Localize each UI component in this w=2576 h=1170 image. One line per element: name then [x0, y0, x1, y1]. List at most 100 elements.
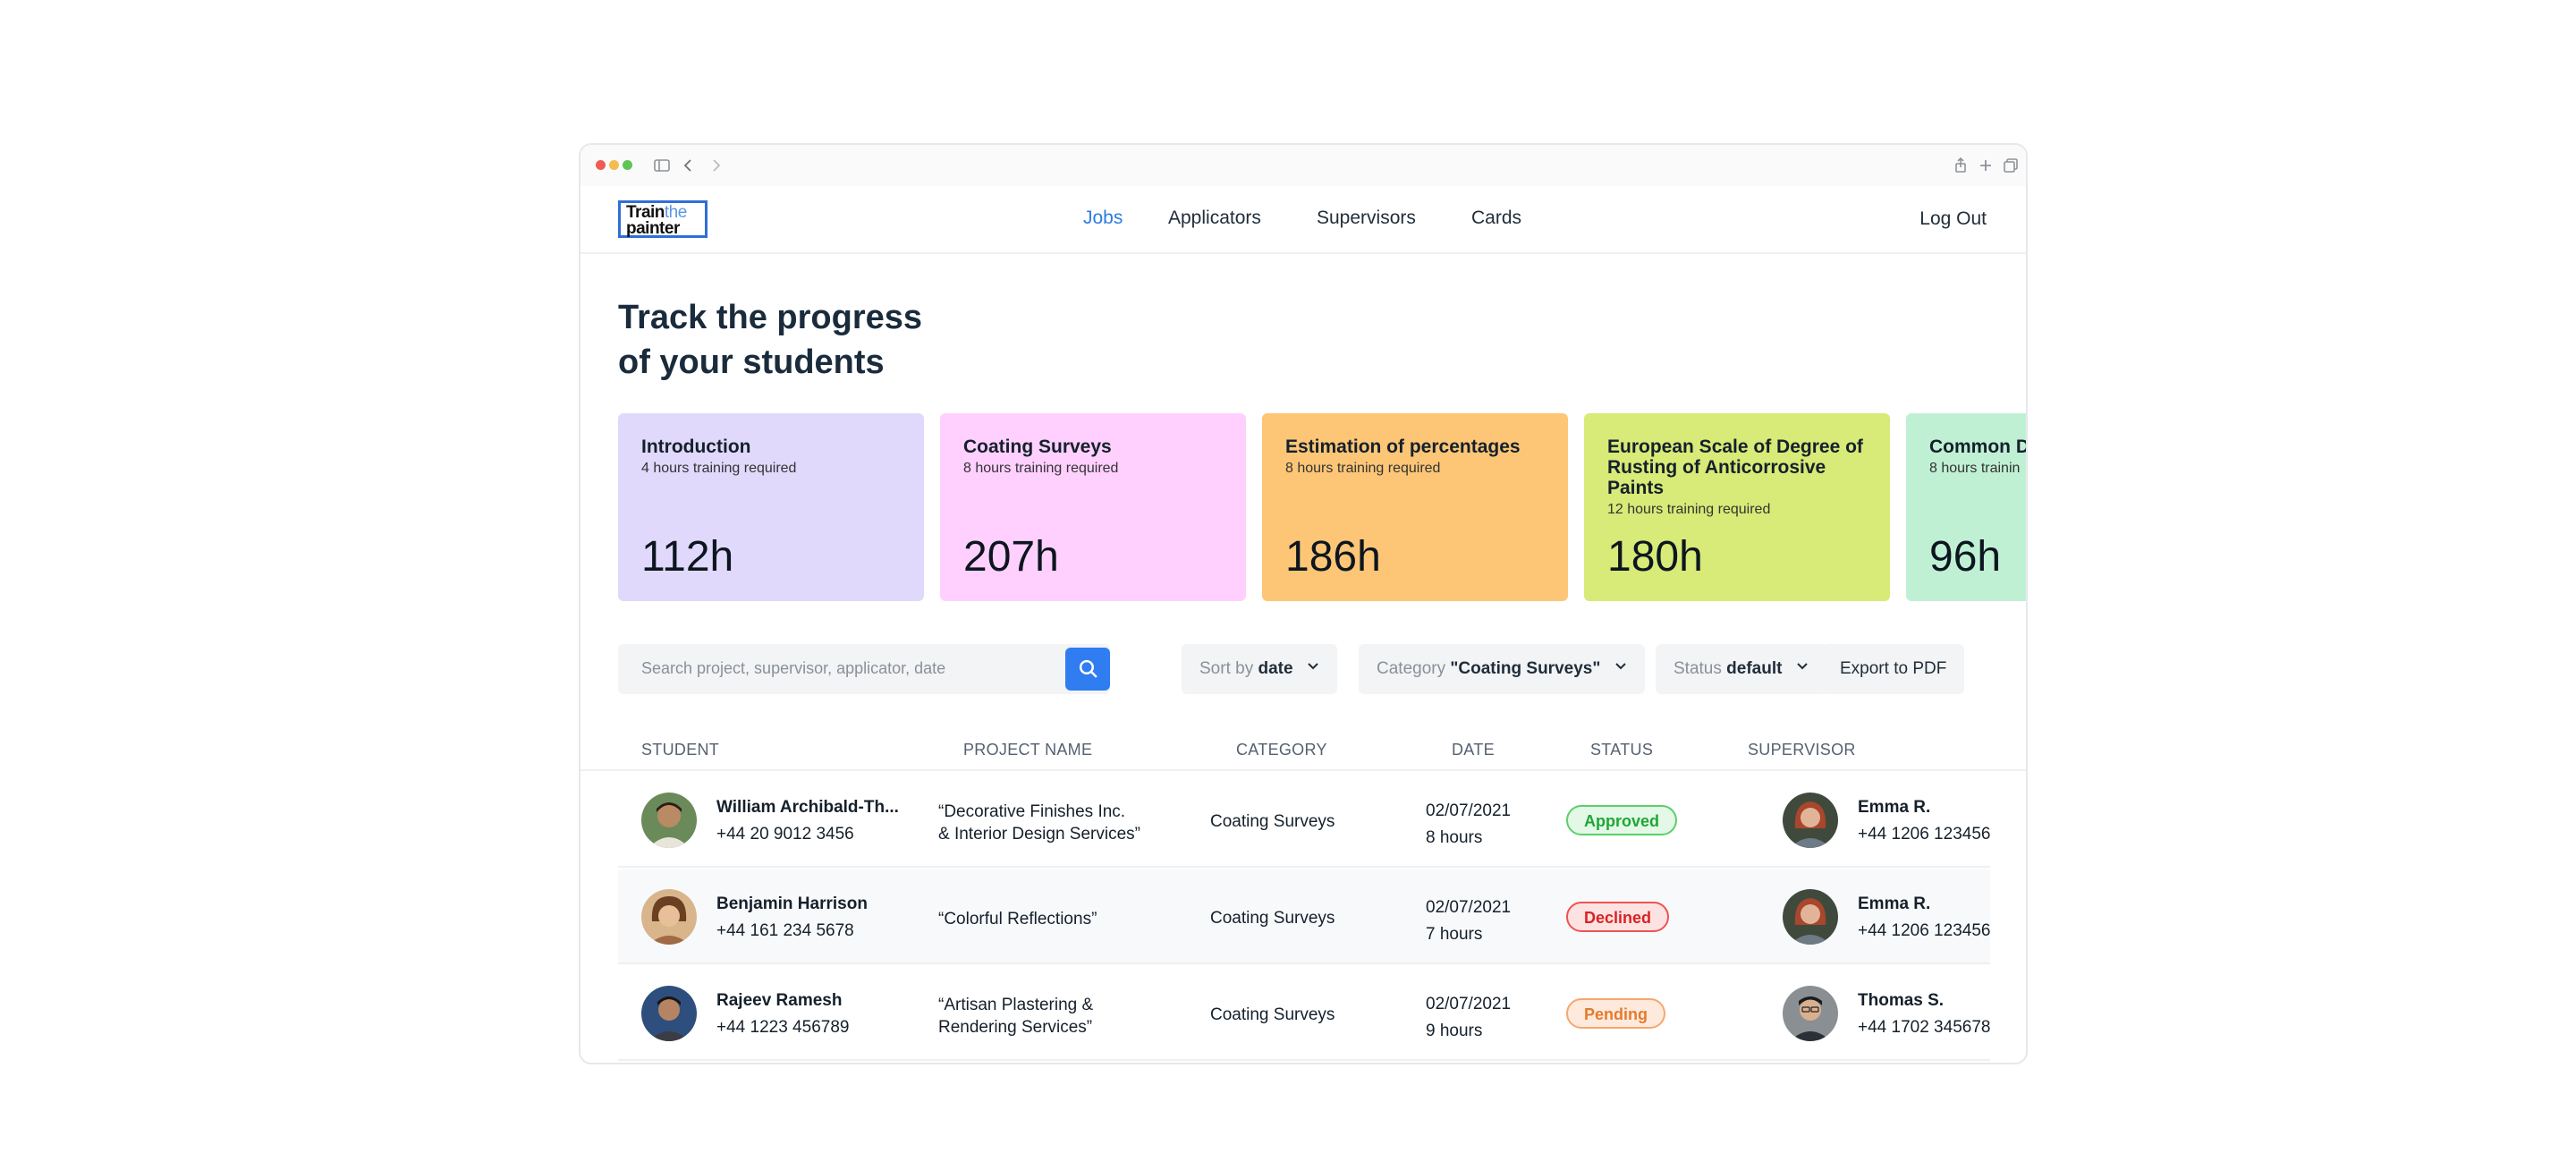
logo-text-painter: painter: [626, 219, 680, 238]
date-cell: 02/07/2021 7 hours: [1426, 894, 1511, 948]
chevron-down-icon: [1308, 663, 1318, 670]
course-card-common[interactable]: Common D 8 hours trainin 96h: [1906, 413, 2028, 601]
new-tab-icon[interactable]: [1976, 156, 1996, 175]
column-header-student[interactable]: STUDENT: [641, 741, 719, 759]
student-avatar: [641, 889, 697, 945]
maximize-window-button[interactable]: [623, 160, 632, 170]
status-dropdown[interactable]: Status default: [1656, 644, 1826, 694]
project-name-line1: “Colorful Reflections”: [938, 910, 1097, 928]
hours-value: 9 hours: [1426, 1022, 1483, 1040]
card-title: European Scale of Degree of Rusting of A…: [1607, 437, 1863, 498]
column-header-date[interactable]: DATE: [1452, 741, 1495, 759]
project-name: “Decorative Finishes Inc. & Interior Des…: [938, 801, 1189, 845]
logout-link[interactable]: Log Out: [1919, 208, 1987, 230]
course-card-european-scale[interactable]: European Scale of Degree of Rusting of A…: [1584, 413, 1890, 601]
status-badge: Approved: [1566, 805, 1678, 835]
sidebar-toggle-icon[interactable]: [652, 156, 672, 175]
status-badge: Pending: [1566, 998, 1665, 1029]
column-header-category[interactable]: CATEGORY: [1236, 741, 1327, 759]
table-row[interactable]: Rajeev Ramesh +44 1223 456789 “Artisan P…: [618, 966, 1990, 1061]
nav-link-cards[interactable]: Cards: [1471, 208, 1521, 229]
course-card-estimation-of-percentages[interactable]: Estimation of percentages 8 hours traini…: [1262, 413, 1568, 601]
card-title: Introduction: [641, 437, 751, 457]
export-pdf-button[interactable]: Export to PDF: [1822, 644, 1965, 694]
minimize-window-button[interactable]: [609, 160, 619, 170]
student-phone: +44 161 234 5678: [716, 921, 854, 940]
card-subtitle: 8 hours training required: [1285, 461, 1441, 476]
category-cell: Coating Surveys: [1210, 909, 1335, 928]
table-row[interactable]: William Archibald-Th... +44 20 9012 3456…: [618, 773, 1990, 868]
project-name-line2: Rendering Services”: [938, 1018, 1093, 1037]
course-card-introduction[interactable]: Introduction 4 hours training required 1…: [618, 413, 924, 601]
date-cell: 02/07/2021 8 hours: [1426, 798, 1511, 852]
column-header-status[interactable]: STATUS: [1590, 741, 1653, 759]
status-value: default: [1726, 659, 1783, 678]
page-title: Track the progress of your students: [618, 295, 922, 385]
supervisor-name: Emma R.: [1858, 894, 1931, 913]
search-icon: [1079, 659, 1097, 678]
card-hours-value: 207h: [963, 533, 1059, 581]
category-label: Category: [1377, 659, 1446, 678]
category-cell: Coating Surveys: [1210, 1005, 1335, 1024]
course-card-coating-surveys[interactable]: Coating Surveys 8 hours training require…: [940, 413, 1246, 601]
category-dropdown[interactable]: Category "Coating Surveys": [1359, 644, 1645, 694]
card-subtitle: 8 hours training required: [963, 461, 1119, 476]
column-header-project-name[interactable]: PROJECT NAME: [963, 741, 1092, 759]
student-name: Benjamin Harrison: [716, 894, 868, 913]
chevron-down-icon: [1797, 663, 1808, 670]
card-subtitle: 4 hours training required: [641, 461, 797, 476]
nav-link-applicators[interactable]: Applicators: [1168, 208, 1261, 229]
chevron-down-icon: [1614, 663, 1626, 670]
tabs-overview-icon[interactable]: [2001, 156, 2021, 175]
course-cards-carousel: Introduction 4 hours training required 1…: [618, 413, 2028, 603]
browser-window: Trainthe painter Jobs Applicators Superv…: [579, 143, 2028, 1064]
table-header: STUDENT PROJECT NAME CATEGORY DATE STATU…: [580, 726, 2026, 771]
page-title-line2: of your students: [618, 343, 885, 381]
project-name: “Colorful Reflections”: [938, 908, 1189, 930]
card-title: Estimation of percentages: [1285, 437, 1521, 457]
supervisor-avatar: [1783, 889, 1838, 945]
student-name: William Archibald-Th...: [716, 798, 899, 817]
card-title: Coating Surveys: [963, 437, 1112, 457]
project-name-line2: & Interior Design Services”: [938, 825, 1140, 844]
date-value: 02/07/2021: [1426, 995, 1512, 1013]
table-row[interactable]: Benjamin Harrison +44 161 234 5678 “Colo…: [618, 869, 1990, 964]
date-cell: 02/07/2021 9 hours: [1426, 991, 1511, 1045]
card-hours-value: 112h: [641, 533, 734, 581]
hours-value: 7 hours: [1426, 925, 1483, 944]
card-subtitle: 8 hours trainin: [1929, 461, 2021, 476]
student-phone: +44 1223 456789: [716, 1018, 850, 1037]
close-window-button[interactable]: [596, 160, 606, 170]
date-value: 02/07/2021: [1426, 898, 1512, 917]
supervisor-avatar: [1783, 986, 1838, 1041]
student-avatar: [641, 793, 697, 848]
project-name-line1: “Artisan Plastering &: [938, 996, 1094, 1014]
card-title: Common D: [1929, 437, 2028, 457]
back-arrow-icon[interactable]: [679, 156, 699, 175]
date-value: 02/07/2021: [1426, 801, 1512, 820]
top-navigation: Trainthe painter Jobs Applicators Superv…: [580, 186, 2026, 254]
brand-logo[interactable]: Trainthe painter: [618, 200, 708, 238]
sort-value: date: [1258, 659, 1293, 678]
card-hours-value: 180h: [1607, 533, 1703, 581]
project-name: “Artisan Plastering & Rendering Services…: [938, 994, 1189, 1039]
nav-link-supervisors[interactable]: Supervisors: [1317, 208, 1416, 229]
browser-titlebar: [580, 145, 2026, 186]
search-input[interactable]: [641, 659, 1071, 678]
project-name-line1: “Decorative Finishes Inc.: [938, 802, 1126, 821]
sort-dropdown[interactable]: Sort by date: [1182, 644, 1337, 694]
supervisor-phone: +44 1206 123456: [1858, 825, 1991, 844]
forward-arrow-icon[interactable]: [706, 156, 725, 175]
nav-link-jobs[interactable]: Jobs: [1083, 208, 1123, 229]
search-button[interactable]: [1065, 648, 1110, 691]
share-icon[interactable]: [1951, 156, 1970, 175]
supervisor-phone: +44 1702 345678: [1858, 1018, 1991, 1037]
card-hours-value: 186h: [1285, 533, 1381, 581]
supervisor-name: Emma R.: [1858, 798, 1931, 817]
column-header-supervisor[interactable]: SUPERVISOR: [1748, 741, 1856, 759]
sort-label: Sort by: [1199, 659, 1254, 678]
hours-value: 8 hours: [1426, 828, 1483, 847]
page-title-line1: Track the progress: [618, 299, 923, 336]
student-name: Rajeev Ramesh: [716, 991, 843, 1010]
category-value: "Coating Surveys": [1450, 659, 1601, 678]
